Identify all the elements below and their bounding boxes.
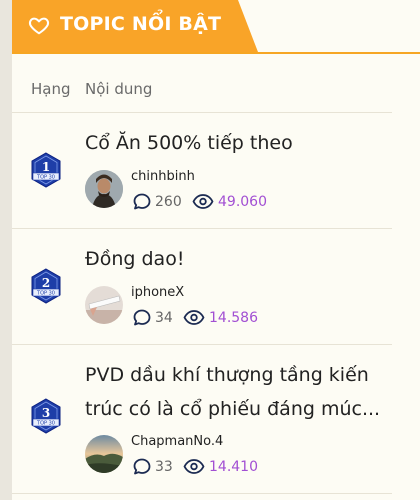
comment-icon — [133, 458, 151, 475]
eye-icon — [192, 194, 214, 209]
topic-title-line-1[interactable]: PVD dầu khí thượng tầng kiến — [85, 358, 385, 392]
comment-count-value: 260 — [155, 193, 182, 210]
comment-icon — [133, 309, 151, 326]
rank-badge-icon: 3 TOP 30 — [31, 398, 61, 434]
username[interactable]: chinhbinh — [131, 169, 195, 184]
card-header: TOPIC NỔI BẬT — [12, 0, 420, 54]
comment-count: 260 — [133, 193, 182, 210]
rank-number: 2 — [42, 276, 50, 290]
eye-icon — [183, 310, 205, 325]
username[interactable]: iphoneX — [131, 285, 184, 300]
view-count: 14.586 — [183, 309, 258, 326]
user-avatar[interactable] — [85, 286, 123, 324]
topic-title[interactable]: Cổ Ăn 500% tiếp theo — [85, 126, 385, 160]
badge-label: TOP 30 — [36, 421, 55, 427]
comment-count: 33 — [133, 458, 173, 475]
topic-card: TOPIC NỔI BẬT Hạng Nội dung 1 TOP 30 Cổ … — [12, 0, 420, 500]
rank-badge-icon: 1 TOP 30 — [31, 152, 61, 188]
badge-label: TOP 30 — [36, 291, 55, 297]
view-count-value: 14.410 — [209, 458, 258, 475]
username[interactable]: ChapmanNo.4 — [131, 434, 223, 449]
heart-icon — [28, 17, 50, 35]
user-avatar[interactable] — [85, 170, 123, 208]
topic-title[interactable]: Đồng dao! — [85, 242, 385, 276]
divider — [12, 493, 392, 494]
comment-count-value: 33 — [155, 458, 173, 475]
user-avatar[interactable] — [85, 435, 123, 473]
topic-title-line-2[interactable]: trúc có là cổ phiếu đáng múc... — [85, 392, 385, 426]
view-count-value: 49.060 — [218, 193, 267, 210]
rank-column-header: Hạng — [31, 80, 71, 98]
eye-icon — [183, 459, 205, 474]
badge-label: TOP 30 — [36, 175, 55, 181]
comment-count: 34 — [133, 309, 173, 326]
rank-number: 3 — [42, 406, 50, 420]
view-count: 14.410 — [183, 458, 258, 475]
divider — [12, 228, 392, 229]
view-count-value: 14.586 — [209, 309, 258, 326]
header-title: TOPIC NỔI BẬT — [60, 13, 222, 35]
content-column-header: Nội dung — [85, 80, 153, 98]
comment-count-value: 34 — [155, 309, 173, 326]
divider — [12, 112, 392, 113]
rank-badge-icon: 2 TOP 30 — [31, 268, 61, 304]
rank-number: 1 — [42, 160, 50, 174]
header-tab: TOPIC NỔI BẬT — [12, 0, 258, 52]
divider — [12, 344, 392, 345]
comment-icon — [133, 193, 151, 210]
view-count: 49.060 — [192, 193, 267, 210]
